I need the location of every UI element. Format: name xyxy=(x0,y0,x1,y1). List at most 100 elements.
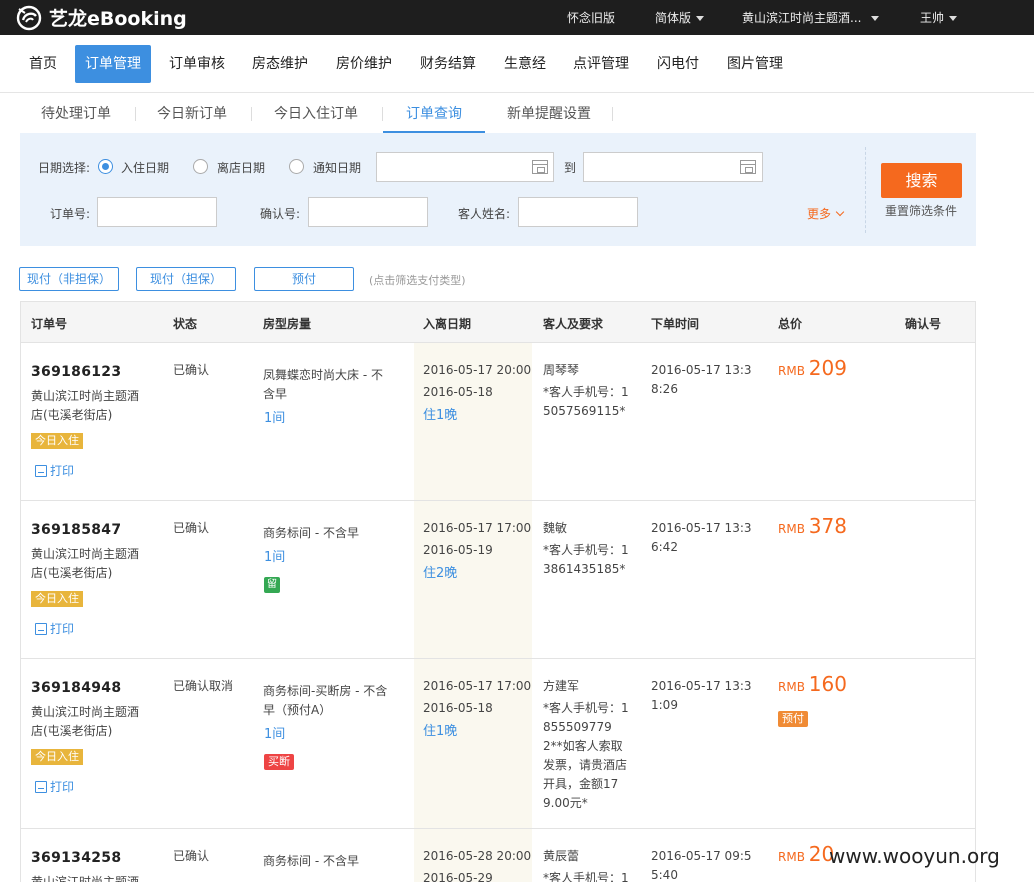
print-button[interactable]: 打印 xyxy=(35,620,74,639)
guest-remark-line: 5057569115* xyxy=(543,404,626,418)
col-guest: 客人及要求 xyxy=(543,317,604,331)
order-no-input[interactable] xyxy=(97,197,217,227)
filter-prepaid[interactable]: 预付 xyxy=(254,267,354,291)
tab-new-order-alert[interactable]: 新单提醒设置 xyxy=(507,95,591,133)
date-select-label: 日期选择: xyxy=(38,161,91,175)
checkin-date: 2016-05-28 20:00 xyxy=(423,849,532,863)
tab-divider xyxy=(251,107,252,121)
price-currency: RMB xyxy=(778,680,805,694)
radio-notify-label: 通知日期 xyxy=(313,161,362,175)
radio-checkin-date[interactable] xyxy=(98,159,113,174)
nav-images[interactable]: 图片管理 xyxy=(717,45,793,83)
hotel-name-line: 店(屯溪老街店) xyxy=(31,566,113,580)
print-label: 打印 xyxy=(50,622,75,636)
hotel-name-line: 黄山滨江时尚主题酒 xyxy=(31,705,140,719)
old-version-link[interactable]: 怀念旧版 xyxy=(567,9,615,26)
order-time-line: 1:09 xyxy=(651,698,678,712)
order-time: 2016-05-17 13:3 6:42 xyxy=(651,519,752,557)
search-panel: 日期选择: 入住日期 离店日期 通知日期 到 订单号: 确认号: 客人姓名: 更… xyxy=(20,133,976,246)
filter-pay-unguaranteed[interactable]: 现付（非担保） xyxy=(19,267,119,291)
tab-order-query[interactable]: 订单查询 xyxy=(383,95,485,133)
order-status: 已确认 xyxy=(173,849,210,863)
nav-room-status[interactable]: 房态维护 xyxy=(242,45,318,83)
guest-name-input[interactable] xyxy=(518,197,638,227)
guest-name: 方建军 xyxy=(543,679,580,693)
table-row[interactable]: 369184948 黄山滨江时尚主题酒 店(屯溪老街店) 今日入住 打印 已确认取… xyxy=(21,659,975,829)
reset-filters-link[interactable]: 重置筛选条件 xyxy=(885,202,957,219)
nav-order-review[interactable]: 订单审核 xyxy=(159,45,235,83)
order-number[interactable]: 369185847 xyxy=(31,521,121,540)
date-to-input[interactable] xyxy=(583,152,763,182)
calendar-icon[interactable] xyxy=(532,160,548,174)
room-type-line: 凤舞蝶恋时尚大床 - 不 xyxy=(263,368,383,382)
more-filters-link[interactable]: 更多 xyxy=(807,205,845,222)
guest-name: 魏敏 xyxy=(543,521,568,535)
language-dropdown[interactable]: 简体版 xyxy=(655,9,705,26)
order-number[interactable]: 369134258 xyxy=(31,849,121,868)
order-time-line: 5:40 xyxy=(651,868,678,882)
tab-pending-orders[interactable]: 待处理订单 xyxy=(41,95,111,133)
hotel-dropdown[interactable]: 黄山滨江时尚主题酒... xyxy=(742,9,880,26)
nav-finance[interactable]: 财务结算 xyxy=(410,45,486,83)
order-time: 2016-05-17 09:5 5:40 xyxy=(651,847,752,882)
guest-name: 黄辰蕾 xyxy=(543,849,580,863)
price-currency: RMB xyxy=(778,850,805,864)
language-label: 简体版 xyxy=(655,11,692,25)
table-row[interactable]: 369185847 黄山滨江时尚主题酒 店(屯溪老街店) 今日入住 打印 已确认 … xyxy=(21,501,975,659)
nav-business[interactable]: 生意经 xyxy=(494,45,556,83)
hotel-label: 黄山滨江时尚主题酒... xyxy=(742,11,862,25)
col-order-no: 订单号 xyxy=(31,317,68,331)
filter-pay-guaranteed[interactable]: 现付（担保） xyxy=(136,267,236,291)
nights-count: 住1晚 xyxy=(423,724,458,739)
nav-home[interactable]: 首页 xyxy=(19,45,67,83)
print-label: 打印 xyxy=(50,464,75,478)
table-row[interactable]: 369186123 黄山滨江时尚主题酒 店(屯溪老街店) 今日入住 打印 已确认 … xyxy=(21,343,975,501)
hotel-name: 黄山滨江时尚主题酒 xyxy=(31,875,140,882)
today-checkin-badge: 今日入住 xyxy=(31,749,83,765)
print-label: 打印 xyxy=(50,780,75,794)
room-type-line: 含早 xyxy=(263,387,288,401)
guest-name-label: 客人姓名: xyxy=(458,207,511,221)
room-type: 凤舞蝶恋时尚大床 - 不含早 xyxy=(263,366,383,404)
user-dropdown[interactable]: 王帅 xyxy=(920,9,958,26)
price-amount: 378 xyxy=(808,514,847,538)
nav-order-management[interactable]: 订单管理 xyxy=(75,45,151,83)
guest-remark-line: *客人手机号：1 xyxy=(543,543,629,557)
nav-room-price[interactable]: 房价维护 xyxy=(326,45,402,83)
room-type: 商务标间-买断房 - 不含 早（预付A） xyxy=(263,682,387,720)
printer-icon xyxy=(35,465,47,477)
reserved-badge: 留 xyxy=(264,577,280,593)
room-type: 商务标间 - 不含早 xyxy=(263,854,359,868)
date-to-label: 到 xyxy=(564,161,577,175)
guest-remark-line: *客人手机号：1 xyxy=(543,385,629,399)
order-number[interactable]: 369184948 xyxy=(31,679,121,698)
total-price: RMB 209 xyxy=(778,358,847,381)
print-button[interactable]: 打印 xyxy=(35,462,74,481)
guest-remark-line: 3861435185* xyxy=(543,562,626,576)
confirm-no-input[interactable] xyxy=(308,197,428,227)
search-button[interactable]: 搜索 xyxy=(881,163,962,198)
room-count: 1间 xyxy=(264,550,286,565)
radio-notify-date[interactable] xyxy=(289,159,304,174)
calendar-icon[interactable] xyxy=(740,160,756,174)
today-checkin-badge: 今日入住 xyxy=(31,591,83,607)
tab-today-new[interactable]: 今日新订单 xyxy=(157,95,227,133)
radio-checkout-label: 离店日期 xyxy=(217,161,266,175)
watermark: www.wooyun.org xyxy=(829,844,1000,868)
nav-flash-pay[interactable]: 闪电付 xyxy=(647,45,709,83)
radio-checkout-date[interactable] xyxy=(193,159,208,174)
room-type-line: 商务标间-买断房 - 不含 xyxy=(263,684,388,698)
hotel-name: 黄山滨江时尚主题酒 店(屯溪老街店) xyxy=(31,387,156,425)
col-dates: 入离日期 xyxy=(423,317,472,331)
room-type-line: 早（预付A） xyxy=(263,703,332,717)
tab-divider xyxy=(135,107,136,121)
order-no-label: 订单号: xyxy=(50,207,91,221)
print-button[interactable]: 打印 xyxy=(35,778,74,797)
nav-reviews[interactable]: 点评管理 xyxy=(563,45,639,83)
checkout-date: 2016-05-18 xyxy=(423,701,493,715)
date-from-input[interactable] xyxy=(376,152,554,182)
tab-today-checkin[interactable]: 今日入住订单 xyxy=(274,95,358,133)
col-confirm-no: 确认号 xyxy=(905,317,942,331)
order-number[interactable]: 369186123 xyxy=(31,363,121,382)
tab-divider xyxy=(612,107,613,121)
